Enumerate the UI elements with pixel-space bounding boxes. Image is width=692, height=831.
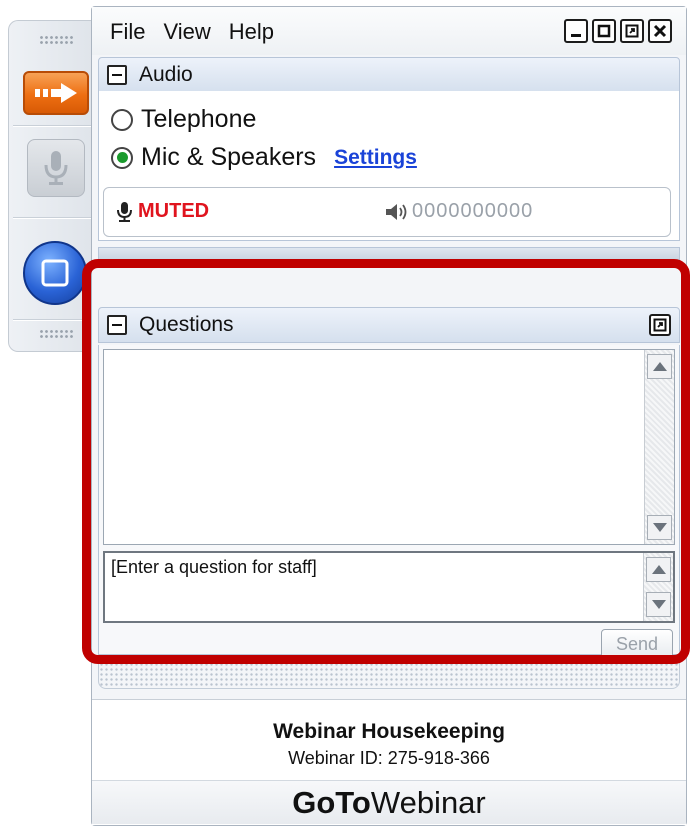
mic-speakers-radio[interactable] xyxy=(111,146,133,169)
menu-bar: File View Help xyxy=(92,7,686,55)
brand-logo-strong: GoTo xyxy=(292,784,371,820)
muted-label: MUTED xyxy=(138,200,210,222)
microphone-icon xyxy=(44,151,68,185)
menu-view[interactable]: View xyxy=(163,19,210,45)
tab-divider xyxy=(13,125,95,127)
webinar-id: Webinar ID: 275-918-366 xyxy=(288,748,490,768)
tab-divider xyxy=(13,217,95,219)
maximize-button[interactable] xyxy=(592,19,616,43)
audio-section-header[interactable]: Audio xyxy=(98,57,680,93)
grab-grip-icon[interactable] xyxy=(39,329,75,339)
questions-highlight-frame xyxy=(82,259,690,664)
audio-collapse-icon[interactable] xyxy=(107,65,127,85)
brand-logo-light: Webinar xyxy=(370,784,486,820)
screen-share-button[interactable] xyxy=(23,241,87,305)
close-button[interactable] xyxy=(648,19,672,43)
speaker-volume-meter: 0000000000 xyxy=(384,200,533,223)
close-icon xyxy=(653,24,667,38)
brand-logo: GoTo Webinar xyxy=(92,780,686,824)
grab-grip-icon[interactable] xyxy=(39,35,75,45)
restore-button[interactable] xyxy=(620,19,644,43)
webinar-title: Webinar Housekeeping xyxy=(273,720,505,743)
mic-speakers-label: Mic & Speakers xyxy=(141,143,317,171)
arrow-icon xyxy=(35,83,77,103)
audio-option-mic-speakers[interactable]: Mic & Speakers Settings xyxy=(111,143,417,172)
audio-settings-link[interactable]: Settings xyxy=(334,146,417,170)
menu-help[interactable]: Help xyxy=(229,19,274,45)
telephone-label: Telephone xyxy=(141,105,257,133)
minimize-button[interactable] xyxy=(564,19,588,43)
panel-resize-grip[interactable] xyxy=(98,661,680,689)
maximize-icon xyxy=(597,24,611,38)
collapse-panel-button[interactable] xyxy=(23,71,89,115)
restore-icon xyxy=(625,24,639,38)
microphone-button[interactable] xyxy=(27,139,85,197)
microphone-icon xyxy=(117,201,132,222)
menu-file[interactable]: File xyxy=(110,19,145,45)
audio-option-telephone[interactable]: Telephone xyxy=(111,105,256,134)
window-controls xyxy=(564,19,672,43)
minimize-icon xyxy=(571,34,581,37)
volume-level: 0000000000 xyxy=(412,200,534,222)
audio-status-box: MUTED 0000000000 xyxy=(103,187,671,237)
audio-section-title: Audio xyxy=(139,63,193,86)
speaker-icon xyxy=(386,203,407,220)
telephone-radio[interactable] xyxy=(111,108,133,131)
screen-icon xyxy=(41,259,69,287)
mute-status[interactable]: MUTED xyxy=(116,200,209,223)
webinar-footer: Webinar Housekeeping Webinar ID: 275-918… xyxy=(92,699,686,825)
audio-section-body: Telephone Mic & Speakers Settings MUTED xyxy=(98,91,680,241)
